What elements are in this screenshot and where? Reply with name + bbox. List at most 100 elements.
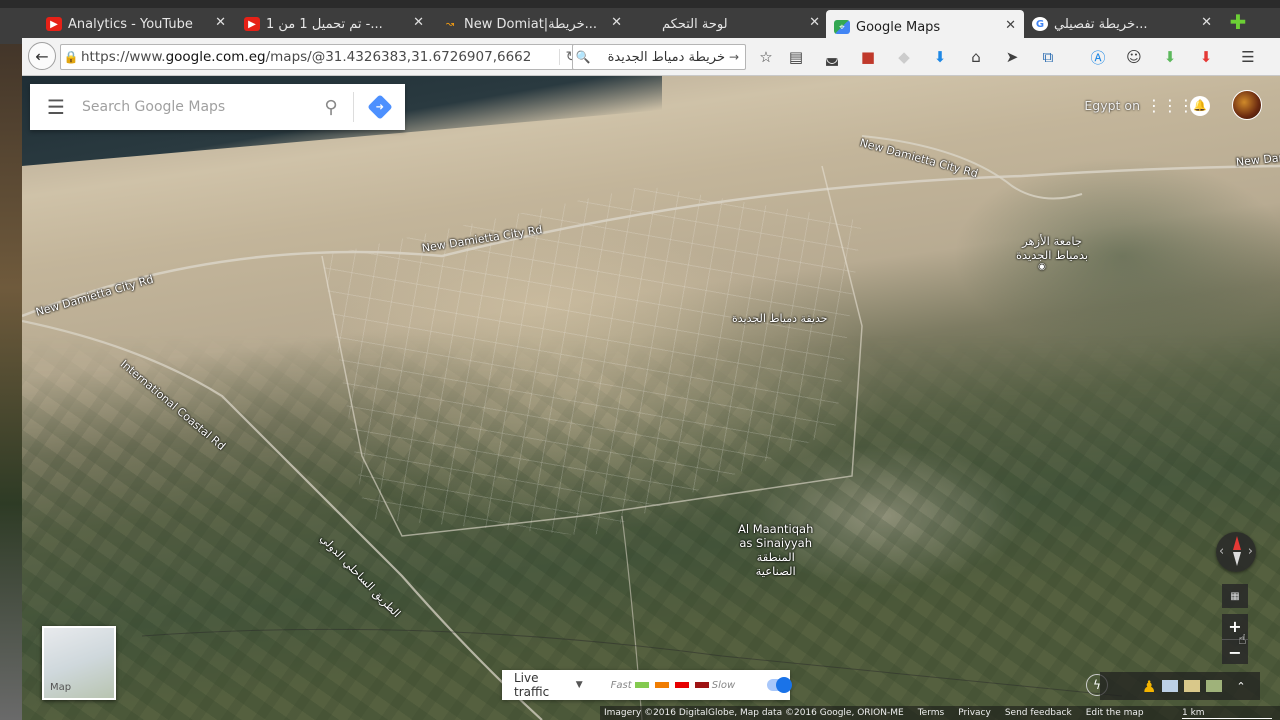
addon-gray-icon[interactable]: ◆ [894, 47, 914, 67]
close-icon[interactable]: ✕ [413, 15, 424, 30]
tab-detailed-map[interactable]: G خريطة تفصيلي... ✕ [1024, 10, 1220, 38]
url-domain: google.com.eg [165, 49, 266, 65]
layer-thumb-icon[interactable] [1184, 680, 1201, 692]
url-bar[interactable]: 🔒 https://www.google.com.eg/maps/@31.432… [60, 44, 584, 70]
place-label: Al Maantiqah as Sinaiyyah المنطقة الصناع… [738, 522, 813, 578]
chat-icon[interactable]: ☺ [1124, 47, 1144, 67]
rotate-left-icon[interactable]: ‹ [1219, 544, 1224, 559]
compass-north-icon [1233, 536, 1241, 550]
send-feedback-link[interactable]: Send feedback [1005, 708, 1072, 718]
tab-download[interactable]: ▶ تم تحميل 1 من 1 -... ✕ [236, 10, 432, 38]
place-label-line: as Sinaiyyah [739, 536, 813, 550]
close-icon[interactable]: ✕ [1005, 18, 1016, 33]
minimap-label: Map [50, 682, 72, 693]
rotate-right-icon[interactable]: › [1248, 544, 1253, 559]
apps-grid-icon[interactable]: ⋮⋮⋮ [1146, 97, 1194, 115]
addon-a-icon[interactable]: Ⓐ [1088, 47, 1108, 67]
url-path: /maps/@31.4326383,31.6726907,6662 [265, 49, 532, 65]
traffic-toggle[interactable] [767, 677, 792, 693]
street-view-bar: ♟ ⌃ [1100, 672, 1260, 700]
tab-analytics-youtube[interactable]: ▶ Analytics - YouTube ✕ [38, 10, 234, 38]
directions-icon: ➜ [366, 94, 393, 120]
download-red-icon[interactable]: ⬇ [1196, 47, 1216, 67]
send-icon[interactable]: ➤ [1002, 47, 1022, 67]
tab-label: خريطة تفصيلي... [1054, 16, 1148, 32]
hamburger-menu-icon[interactable]: ☰ [30, 95, 82, 119]
account-area: Egypt on ⋮⋮⋮ 🔔 [1050, 76, 1280, 136]
traffic-bar-medium [654, 682, 669, 688]
scale-bar[interactable]: 1 km [1182, 708, 1272, 719]
live-traffic-panel: Live traffic ▼ Fast Slow [502, 670, 792, 700]
close-icon[interactable]: ✕ [215, 15, 226, 30]
compass-control[interactable]: ‹ › [1216, 532, 1256, 572]
live-traffic-dropdown[interactable]: Live traffic [514, 671, 570, 699]
layer-thumb-icon[interactable] [1162, 680, 1179, 692]
lock-icon: 🔒 [63, 50, 79, 64]
map-footer: Imagery ©2016 DigitalGlobe, Map data ©20… [600, 706, 1280, 720]
traffic-bar-fast [634, 682, 649, 688]
pegman-icon[interactable]: ♟ [1142, 677, 1156, 696]
imagery-attribution: Imagery ©2016 DigitalGlobe, Map data ©20… [604, 708, 904, 718]
close-icon[interactable]: ✕ [809, 15, 820, 30]
close-icon[interactable]: ✕ [611, 15, 622, 30]
bookmark-star-icon[interactable]: ☆ [756, 47, 776, 67]
tab-label: New Domiat|خريطة... [464, 16, 598, 32]
tab-control-panel[interactable]: لوحة التحكم ✕ [632, 10, 828, 38]
url-text: https://www.google.com.eg/maps/@31.43263… [81, 49, 559, 65]
map-type-switcher[interactable]: Map [42, 626, 116, 700]
place-label: جامعة الأزهر بدمياط الجديدة [1016, 234, 1088, 262]
tilt-view-button[interactable]: ▦ [1222, 584, 1248, 608]
traffic-bar-slow [674, 682, 689, 688]
new-tab-button[interactable]: ✚ [1228, 12, 1248, 32]
tab-label: Google Maps [856, 19, 941, 35]
tab-new-domiat[interactable]: ↝ New Domiat|خريطة... ✕ [434, 10, 630, 38]
youtube-icon: ▶ [244, 17, 260, 31]
background-window-strip [0, 0, 22, 720]
grid-icon: ▦ [1230, 590, 1240, 602]
road-overlay [22, 135, 1280, 720]
download-icon[interactable]: ⬇ [930, 47, 950, 67]
terms-link[interactable]: Terms [918, 708, 945, 718]
url-prefix: https://www. [81, 49, 166, 65]
arrow-right-icon[interactable]: → [729, 50, 745, 64]
tab-label: لوحة التحكم [662, 16, 728, 32]
notifications-bell-icon[interactable]: 🔔 [1190, 96, 1210, 116]
window-top-strip [0, 0, 1280, 8]
translate-icon[interactable]: ⧉ [1038, 47, 1058, 67]
tab-label: تم تحميل 1 من 1 -... [266, 16, 383, 32]
pocket-icon[interactable]: ◛ [822, 47, 842, 67]
traffic-fast-label: Fast [610, 679, 632, 691]
reading-list-icon[interactable]: ▤ [786, 47, 806, 67]
back-button[interactable]: ← [28, 42, 56, 70]
university-icon[interactable]: ◉ [1038, 262, 1046, 272]
arrow-left-icon: ← [35, 46, 49, 66]
compass-south-icon [1233, 552, 1241, 566]
traffic-slow-label: Slow [711, 679, 736, 691]
egypt-on-link[interactable]: Egypt on [1084, 98, 1140, 113]
browser-window: ▶ Analytics - YouTube ✕ ▶ تم تحميل 1 من … [0, 0, 1280, 720]
satellite-map[interactable]: New Damietta City Rd New Damietta City R… [22, 76, 1280, 720]
navigation-toolbar: ← 🔒 https://www.google.com.eg/maps/@31.4… [22, 38, 1280, 76]
addon-red-icon[interactable]: ■ [858, 47, 878, 67]
directions-button[interactable]: ➜ [353, 92, 405, 122]
search-text: خريطة دمياط الجديدة [607, 49, 725, 65]
menu-icon[interactable]: ☰ [1238, 47, 1258, 67]
edit-map-link[interactable]: Edit the map [1086, 708, 1144, 718]
maps-search-box: ☰ ⚲ ➜ [30, 84, 405, 130]
amazon-icon: ↝ [445, 18, 455, 30]
maps-search-input[interactable] [82, 92, 309, 122]
caret-down-icon[interactable]: ▼ [576, 680, 583, 690]
avatar[interactable] [1232, 90, 1262, 120]
close-icon[interactable]: ✕ [1201, 15, 1212, 30]
google-maps-icon: ⌖ [834, 20, 850, 34]
search-icon[interactable]: ⚲ [309, 97, 353, 118]
download-green-icon[interactable]: ⬇ [1160, 47, 1180, 67]
traffic-bar-slowest [694, 682, 709, 688]
page-icon [640, 17, 656, 31]
privacy-link[interactable]: Privacy [958, 708, 991, 718]
expand-up-icon[interactable]: ⌃ [1236, 680, 1245, 693]
place-label-line: جامعة الأزهر [1022, 234, 1082, 248]
home-icon[interactable]: ⌂ [966, 47, 986, 67]
browser-search-bar[interactable]: 🔍 خريطة دمياط الجديدة → [572, 44, 746, 70]
layer-thumb-icon[interactable] [1206, 680, 1223, 692]
